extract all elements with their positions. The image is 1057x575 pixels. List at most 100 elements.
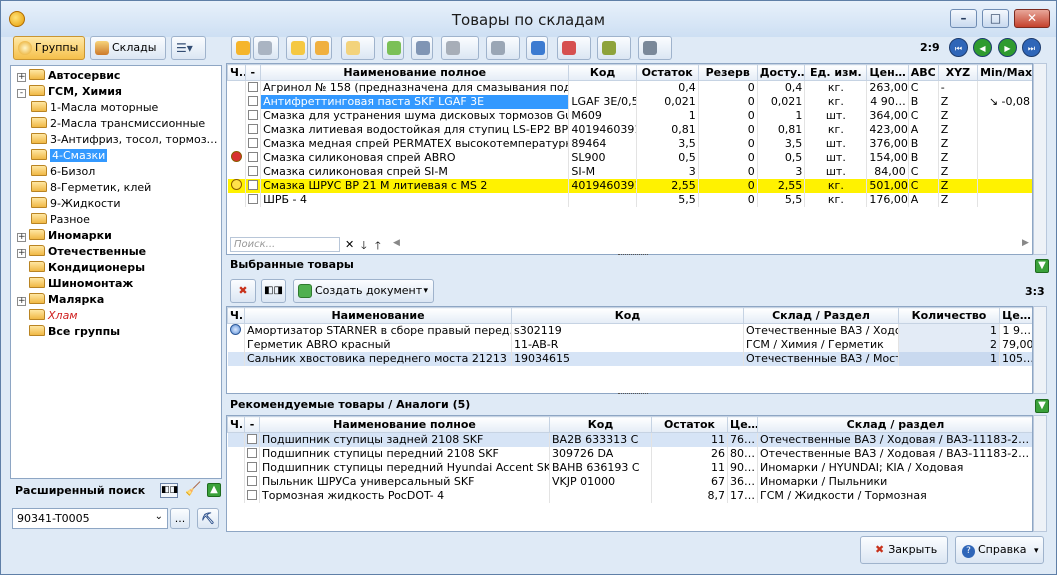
column-header[interactable]: Остаток (651, 416, 728, 433)
tree-node[interactable]: Разное (31, 212, 90, 228)
column-header[interactable]: Код (549, 416, 652, 433)
expand-toggle-icon[interactable]: + (17, 297, 26, 306)
column-header[interactable]: Ед. изм. (804, 64, 868, 81)
sync-button[interactable] (526, 36, 548, 60)
ext-search-more-button[interactable]: ... (170, 508, 190, 529)
column-header[interactable]: Досту… (756, 64, 806, 81)
wheel-button[interactable] (253, 36, 279, 60)
prev-record-icon[interactable]: ◀ (973, 38, 992, 57)
tree-view-menu-button[interactable]: ☰▾ (171, 36, 206, 60)
row-checkbox[interactable] (247, 152, 258, 162)
checkbox-cell[interactable] (244, 461, 260, 475)
column-header[interactable]: Код (568, 64, 637, 81)
chart-menu-button[interactable] (557, 36, 591, 60)
expand-down-icon[interactable]: ▼ (1035, 259, 1049, 273)
binoculars-search-button[interactable]: ⛏ (197, 508, 219, 529)
table-row[interactable]: Подшипник ступицы передний 2108 SKF 30972… (227, 447, 1032, 461)
row-checkbox[interactable] (247, 166, 258, 176)
row-checkbox[interactable] (247, 110, 258, 120)
table-row[interactable]: Смазка для устранения шума дисковых торм… (227, 109, 1032, 123)
maximize-button[interactable]: □ (982, 9, 1009, 28)
tree-node[interactable]: 9-Жидкости (31, 196, 121, 212)
filter-menu-button[interactable] (597, 36, 631, 60)
tree-node[interactable]: + Отечественные (17, 244, 146, 260)
expand-toggle-icon[interactable]: + (17, 233, 26, 242)
columns-button[interactable] (411, 36, 433, 60)
row-checkbox[interactable] (247, 462, 257, 472)
expand-toggle-icon[interactable]: + (17, 73, 26, 82)
clear-search-icon[interactable]: ✕ (345, 238, 354, 251)
expand-toggle-icon[interactable]: + (17, 249, 26, 258)
checkbox-cell[interactable] (245, 137, 262, 151)
help-button[interactable]: ? Справка ▾ (955, 536, 1044, 564)
recommended-scrollbar[interactable] (1033, 415, 1047, 532)
table-row[interactable]: Пыльник ШРУСа универсальный SKF VKJP 0100… (227, 475, 1032, 489)
column-header[interactable]: Склад / раздел (757, 416, 1032, 433)
checkbox-cell[interactable] (245, 179, 262, 193)
last-record-icon[interactable]: ⏭ (1022, 38, 1041, 57)
checkbox-cell[interactable] (244, 489, 260, 503)
checkbox-cell[interactable] (245, 165, 262, 179)
table-row[interactable]: Агринол № 158 (предназначена для смазыва… (227, 80, 1032, 95)
column-header[interactable]: Ч.. (227, 64, 246, 81)
close-button[interactable]: ✖ Закрыть (860, 536, 948, 564)
table-row[interactable]: Тормозная жидкость PocDOT- 4 8,7 17… ГСМ / … (227, 489, 1032, 503)
column-header[interactable]: Наименование полное (260, 64, 570, 81)
row-checkbox[interactable] (247, 96, 258, 106)
tree-node[interactable]: + Иномарки (17, 228, 112, 244)
table-row[interactable]: Смазка ШРУС BP 21 M литиевая с MS 2 40194… (227, 179, 1032, 193)
column-header[interactable]: Код (511, 307, 744, 324)
tab-warehouses[interactable]: Склады (90, 36, 166, 60)
tree-node[interactable]: 4-Смазки (31, 148, 108, 164)
table-row[interactable]: Антифреттинговая паста SKF LGAF 3E LGAF 3… (227, 95, 1032, 109)
recommended-grid[interactable]: Ч..-Наименование полноеКодОстатокЦе…Скла… (226, 415, 1033, 532)
checkbox-cell[interactable] (245, 80, 262, 95)
folder-menu-button[interactable] (341, 36, 375, 60)
column-header[interactable]: Количество (898, 307, 1000, 324)
column-header[interactable]: Min/Max (977, 64, 1032, 81)
products-scrollbar[interactable] (1033, 63, 1047, 255)
row-checkbox[interactable] (247, 194, 258, 204)
row-checkbox[interactable] (247, 490, 257, 500)
column-header[interactable]: Наименование (244, 307, 512, 324)
groups-button[interactable] (231, 36, 251, 60)
selected-grid[interactable]: Ч..НаименованиеКодСклад / РазделКоличест… (226, 306, 1033, 394)
next-record-icon[interactable]: ▶ (998, 38, 1017, 57)
scroll-right-icon[interactable]: ▶ (1022, 238, 1029, 248)
checkbox-cell[interactable] (245, 193, 262, 207)
broom-icon[interactable]: 🧹 (185, 482, 201, 497)
row-checkbox[interactable] (247, 476, 257, 486)
table-row[interactable]: Герметик ABRO красный 11-AB-R ГСМ / Химия … (227, 338, 1032, 352)
checkbox-cell[interactable] (244, 432, 260, 447)
column-header[interactable]: - (244, 64, 262, 81)
tree-node[interactable]: 6-Бизол (31, 164, 95, 180)
tree-node[interactable]: + Малярка (17, 292, 104, 308)
tree-node[interactable]: Все группы (17, 324, 120, 340)
print-menu-button[interactable] (486, 36, 520, 60)
arrow-up-icon[interactable]: 🡑 (375, 237, 381, 254)
row-checkbox[interactable] (247, 82, 258, 92)
column-header[interactable]: Це… (999, 307, 1032, 324)
tree-node[interactable]: + Автосервис (17, 68, 120, 84)
gear-menu-button[interactable] (441, 36, 479, 60)
column-header[interactable]: ABC (907, 64, 939, 81)
create-document-button[interactable]: Создать документ ▾ (293, 279, 434, 303)
delete-selected-button[interactable]: ✖ (230, 279, 256, 303)
column-header[interactable]: Ч.. (227, 307, 245, 324)
table-row[interactable]: Смазка силиконовая спрей ABRO SL900 0,5 0 0,… (227, 151, 1032, 165)
column-header[interactable]: Це… (727, 416, 758, 433)
collapse-up-icon[interactable]: ▲ (207, 483, 221, 497)
close-window-button[interactable]: ✕ (1014, 9, 1050, 28)
minimize-button[interactable]: – (950, 9, 977, 28)
refresh-button[interactable] (286, 36, 308, 60)
expand-toggle-icon[interactable]: - (17, 89, 26, 98)
column-header[interactable]: Наименование полное (259, 416, 550, 433)
row-checkbox[interactable] (247, 138, 258, 148)
checkbox-cell[interactable] (245, 123, 262, 137)
checkbox-cell[interactable] (245, 95, 262, 109)
checkbox-cell[interactable] (245, 109, 262, 123)
checkbox-cell[interactable] (245, 151, 262, 165)
column-header[interactable]: - (244, 416, 260, 433)
table-row[interactable]: Смазка медная спрей PERMATEX высокотемпе… (227, 137, 1032, 151)
arrow-down-icon[interactable]: 🡓 (361, 237, 367, 254)
